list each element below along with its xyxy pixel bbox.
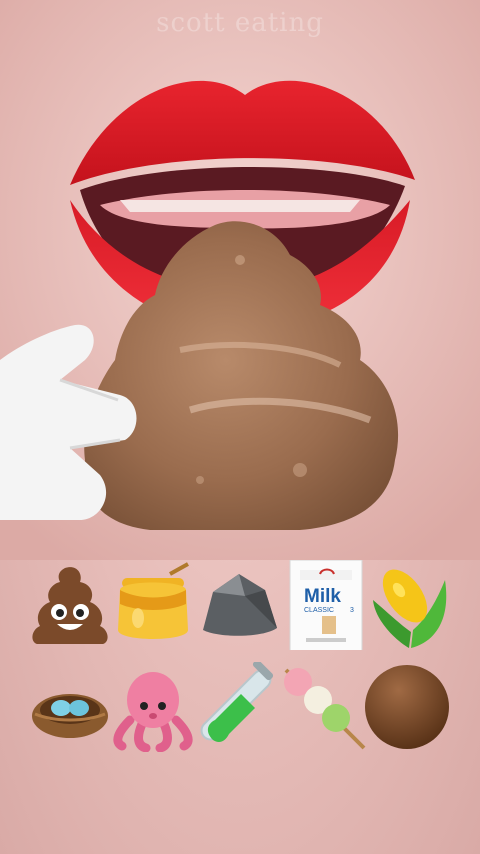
milk-number-text: 3 bbox=[350, 607, 354, 614]
milk-brand-text: Milk bbox=[304, 586, 341, 607]
octopus-emoji bbox=[108, 662, 198, 752]
dango-emoji bbox=[278, 662, 368, 752]
emoji-row-2 bbox=[0, 662, 480, 762]
watermark: scott eating bbox=[156, 8, 324, 38]
milk-carton-emoji: Milk CLASSIC 3 bbox=[282, 560, 372, 650]
test-tube-emoji bbox=[193, 662, 283, 752]
photo-scene bbox=[0, 0, 480, 560]
video-frame: scott eating Milk CLASSIC 3 bbox=[0, 0, 480, 854]
nest-with-eggs-emoji bbox=[25, 662, 115, 752]
rock-emoji bbox=[193, 560, 283, 650]
brown-circle-emoji bbox=[362, 662, 452, 752]
emoji-row-1: Milk CLASSIC 3 bbox=[0, 560, 480, 660]
milk-line-text: CLASSIC bbox=[304, 607, 334, 614]
poop-emoji bbox=[25, 560, 115, 650]
corn-emoji bbox=[365, 560, 455, 650]
honey-pot-emoji bbox=[108, 560, 198, 650]
